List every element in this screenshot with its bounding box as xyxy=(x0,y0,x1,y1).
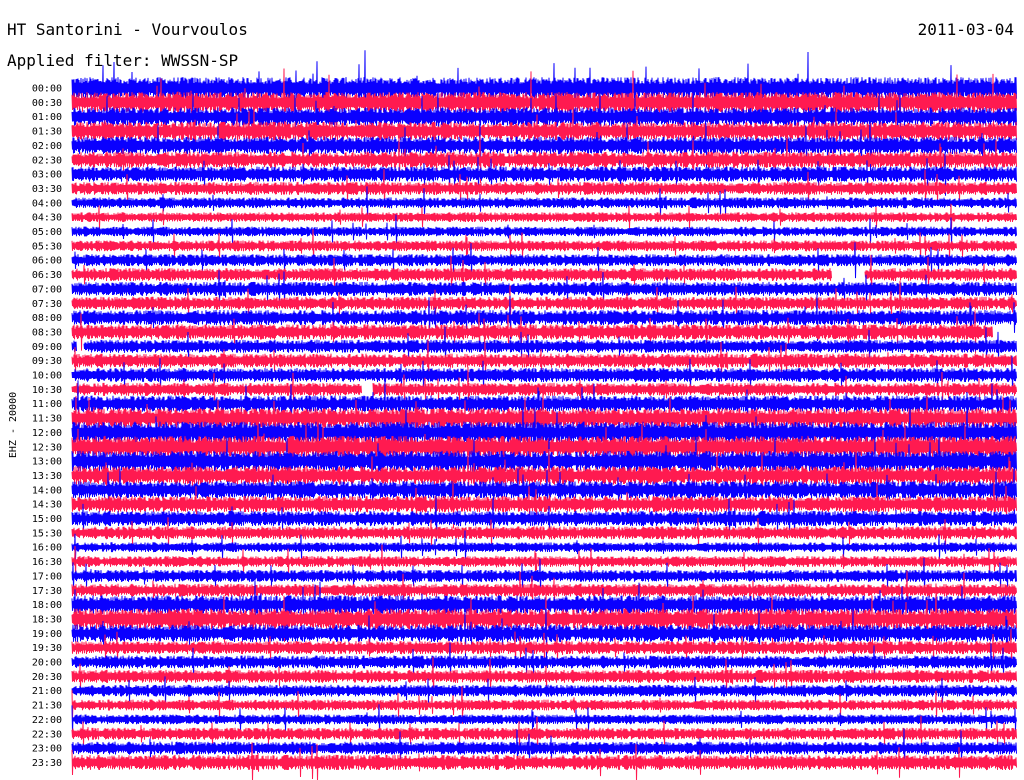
time-tick-label: 14:30 xyxy=(32,500,62,511)
time-tick-label: 23:00 xyxy=(32,744,62,755)
time-tick-label: 04:30 xyxy=(32,213,62,224)
time-tick-label: 15:00 xyxy=(32,514,62,525)
time-tick-label: 17:30 xyxy=(32,586,62,597)
time-tick-label: 14:00 xyxy=(32,485,62,496)
time-tick-label: 10:00 xyxy=(32,371,62,382)
time-tick-label: 02:30 xyxy=(32,155,62,166)
time-tick-label: 09:30 xyxy=(32,356,62,367)
time-tick-label: 22:30 xyxy=(32,729,62,740)
time-tick-label: 10:30 xyxy=(32,385,62,396)
time-tick-label: 04:00 xyxy=(32,198,62,209)
time-tick-label: 11:30 xyxy=(32,414,62,425)
time-tick-label: 12:00 xyxy=(32,428,62,439)
time-tick-label: 07:00 xyxy=(32,284,62,295)
time-tick-label: 01:30 xyxy=(32,127,62,138)
time-tick-label: 20:30 xyxy=(32,672,62,683)
time-tick-label: 18:30 xyxy=(32,614,62,625)
time-tick-label: 13:00 xyxy=(32,457,62,468)
time-tick-label: 08:30 xyxy=(32,327,62,338)
time-tick-label: 18:00 xyxy=(32,600,62,611)
time-tick-label: 21:30 xyxy=(32,701,62,712)
time-tick-label: 05:30 xyxy=(32,241,62,252)
time-tick-label: 12:30 xyxy=(32,442,62,453)
time-tick-label: 22:00 xyxy=(32,715,62,726)
time-tick-label: 21:00 xyxy=(32,686,62,697)
trace-group xyxy=(71,50,1017,780)
time-tick-label: 19:30 xyxy=(32,643,62,654)
time-tick-label: 16:30 xyxy=(32,557,62,568)
time-tick-label: 16:00 xyxy=(32,543,62,554)
time-tick-label: 09:00 xyxy=(32,342,62,353)
time-tick-label: 20:00 xyxy=(32,658,62,669)
time-tick-label: 03:00 xyxy=(32,170,62,181)
time-tick-label: 19:00 xyxy=(32,629,62,640)
helicorder-figure: HT Santorini - Vourvoulos 2011-03-04 App… xyxy=(0,0,1024,780)
time-tick-label: 17:00 xyxy=(32,571,62,582)
time-tick-label: 03:30 xyxy=(32,184,62,195)
time-tick-label: 06:00 xyxy=(32,256,62,267)
time-tick-label: 02:00 xyxy=(32,141,62,152)
time-tick-label: 07:30 xyxy=(32,299,62,310)
time-tick-label: 15:30 xyxy=(32,528,62,539)
time-tick-label: 01:00 xyxy=(32,112,62,123)
time-tick-label: 08:00 xyxy=(32,313,62,324)
channel-label: EHZ - 20000 xyxy=(8,392,19,458)
time-tick-label: 05:00 xyxy=(32,227,62,238)
helicorder-plot: 00:00 00:30 01:00 01:30 02:00 02:30 03:00 03:30… xyxy=(8,50,1017,780)
time-tick-label: 23:30 xyxy=(32,758,62,769)
time-tick-label: 00:30 xyxy=(32,98,62,109)
time-tick-label: 13:30 xyxy=(32,471,62,482)
time-tick-label: 00:00 xyxy=(32,84,62,95)
time-tick-label: 06:30 xyxy=(32,270,62,281)
time-tick-label: 11:00 xyxy=(32,399,62,410)
